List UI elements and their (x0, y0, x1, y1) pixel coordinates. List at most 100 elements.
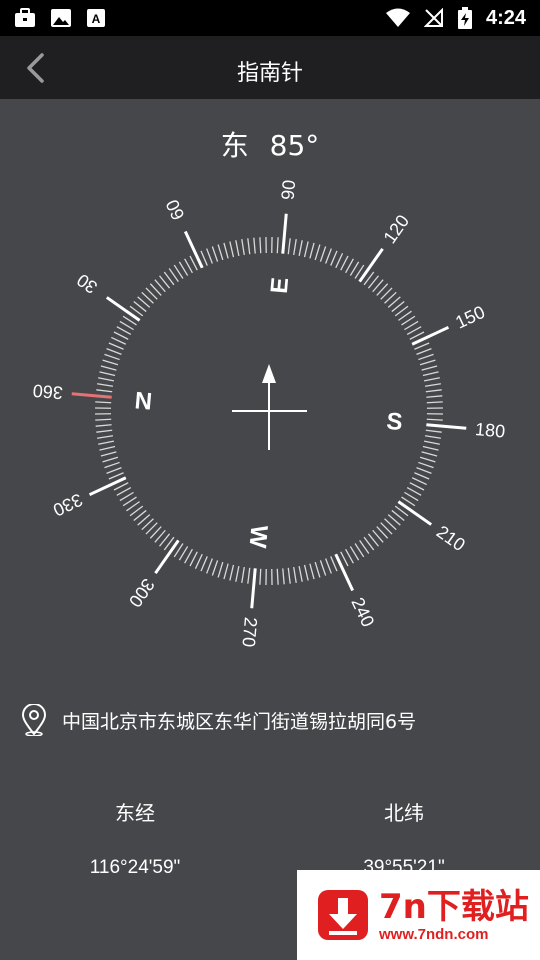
degree-label: 180 (474, 419, 506, 442)
minor-tick (200, 250, 208, 266)
minor-tick (426, 401, 443, 404)
minor-tick (116, 326, 132, 335)
minor-tick (102, 456, 119, 463)
minor-tick (298, 565, 303, 582)
minor-tick (325, 248, 332, 264)
degree-label: 60 (162, 196, 189, 223)
minor-tick (293, 239, 297, 256)
minor-tick (97, 435, 114, 439)
minor-tick (200, 556, 208, 572)
latitude-label: 北纬 (384, 801, 424, 825)
minor-tick (416, 467, 432, 474)
minor-tick (423, 440, 440, 445)
compass-dial: 90 120 150 180 210 240 270 300 330 360 30 60 N E S W (32, 179, 506, 648)
minor-tick (411, 477, 427, 486)
minor-tick (349, 261, 360, 276)
wifi-icon (385, 8, 410, 27)
minor-tick (340, 255, 349, 271)
minor-tick (119, 491, 134, 502)
minor-tick (178, 546, 189, 561)
minor-tick (247, 238, 251, 255)
pointer-arrow-icon (262, 364, 276, 383)
minor-tick (349, 546, 360, 561)
minor-tick (421, 365, 438, 371)
minor-tick (229, 564, 235, 581)
battery-charging-icon (457, 7, 472, 29)
degree-label: 270 (238, 616, 261, 648)
minor-tick (298, 240, 303, 257)
minor-tick (106, 467, 122, 474)
minor-tick (95, 418, 112, 421)
minor-tick (259, 237, 262, 254)
minor-tick (241, 239, 245, 256)
minor-tick (98, 377, 115, 382)
minor-tick (178, 261, 189, 276)
minor-tick (282, 568, 285, 585)
location-pin-icon (21, 704, 47, 736)
minor-tick (426, 395, 443, 398)
minor-tick (97, 383, 114, 387)
minor-tick (330, 250, 338, 266)
minor-tick (424, 383, 441, 387)
minor-tick (293, 566, 297, 583)
minor-tick (235, 240, 240, 257)
minor-tick (104, 461, 120, 469)
minor-tick (235, 565, 240, 582)
minor-tick (106, 348, 122, 355)
minor-tick (276, 237, 279, 254)
minor-tick (424, 435, 441, 439)
minor-tick (416, 348, 432, 355)
degree-label: 300 (125, 575, 159, 611)
degree-label: 90 (278, 179, 300, 201)
minor-tick (425, 429, 442, 433)
minor-tick (423, 377, 440, 382)
minor-tick (426, 418, 443, 421)
minor-tick (325, 558, 332, 574)
minor-tick (330, 556, 338, 572)
watermark-banner: 7n下载站 www.7ndn.com (297, 870, 540, 960)
minor-tick (211, 246, 219, 262)
app-bar: 指南针 (0, 36, 540, 99)
minor-tick (259, 568, 262, 585)
minor-tick (404, 320, 419, 331)
minor-tick (418, 353, 434, 361)
minor-tick (314, 561, 321, 578)
minor-tick (303, 564, 309, 581)
minor-tick (189, 551, 198, 567)
cardinal-w: W (244, 524, 273, 549)
minor-tick (309, 242, 315, 259)
minor-tick (287, 238, 291, 255)
minor-tick (217, 561, 224, 578)
minor-tick (116, 487, 132, 496)
major-tick (281, 213, 288, 254)
minor-tick (184, 548, 193, 564)
minor-tick (104, 353, 120, 361)
minor-tick (287, 567, 291, 584)
major-tick (250, 568, 257, 609)
minor-tick (422, 371, 439, 377)
watermark-text: 7n下载站 www.7ndn.com (379, 888, 529, 943)
font-a-icon: A (87, 9, 105, 27)
minor-tick (108, 342, 124, 350)
degree-label: 210 (433, 522, 469, 556)
download-logo-icon (318, 890, 368, 940)
minor-tick (345, 258, 354, 274)
minor-tick (422, 445, 439, 451)
minor-tick (319, 560, 327, 576)
minor-tick (184, 258, 193, 274)
minor-tick (100, 451, 117, 457)
cardinal-e: E (266, 276, 294, 294)
minor-tick (404, 491, 419, 502)
minor-tick (276, 568, 279, 585)
minor-tick (419, 359, 436, 366)
minor-tick (421, 451, 438, 457)
degree-label: 360 (32, 380, 64, 403)
minor-tick (419, 456, 436, 463)
minor-tick (241, 566, 245, 583)
status-icons-right: 4:24 (385, 7, 526, 30)
minor-tick (319, 246, 327, 262)
minor-tick (95, 424, 112, 427)
major-tick (426, 423, 467, 430)
minor-tick (100, 365, 117, 371)
minor-tick (406, 487, 422, 496)
